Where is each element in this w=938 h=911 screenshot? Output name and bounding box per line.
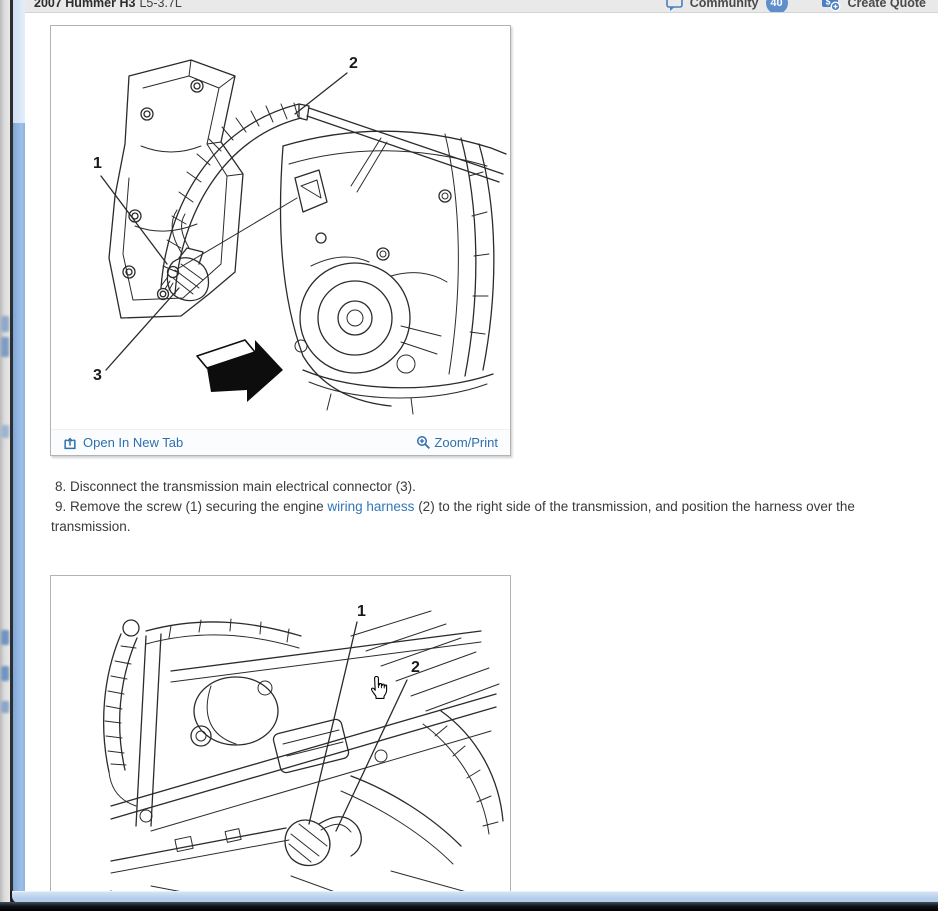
taskbar-edge [0,902,938,911]
community-button[interactable]: Community [690,0,759,10]
background-content-smudge [1,701,9,713]
instruction-steps: 8. Disconnect the transmission main elec… [51,477,896,537]
step-8: 8. Disconnect the transmission main elec… [51,477,896,497]
page-title: 2007 Hummer H3 L5-3.7L [34,0,182,10]
community-count-badge[interactable]: 40 [766,0,788,13]
wiring-harness-link[interactable]: wiring harness [327,499,414,514]
open-in-new-tab-link[interactable]: Open In New Tab [63,435,183,450]
callout-2: 2 [349,55,358,72]
zoom-print-link[interactable]: Zoom/Print [416,435,498,450]
page-header: 2007 Hummer H3 L5-3.7L Community 40 $ [25,0,938,13]
page-viewport: 2007 Hummer H3 L5-3.7L Community 40 $ [25,0,938,911]
background-content-smudge [1,666,9,681]
chat-bubble-icon [666,0,683,11]
background-content-smudge [1,316,9,332]
background-content-smudge [1,337,9,357]
window-border-light-segment [13,0,25,123]
svg-text:$: $ [825,0,830,6]
open-in-new-tab-label: Open In New Tab [83,435,183,450]
header-row: 2007 Hummer H3 L5-3.7L Community 40 $ [25,0,938,13]
step-9: 9. Remove the screw (1) securing the eng… [51,497,896,537]
transmission-diagram-2: 1 2 [51,576,510,905]
figure-transmission-connector: 2 1 3 [50,25,511,456]
background-content-smudge [1,630,9,645]
screenshot-root: 2007 Hummer H3 L5-3.7L Community 40 $ [0,0,938,911]
zoom-print-label: Zoom/Print [434,435,498,450]
create-quote-button[interactable]: $ Create Quote [821,0,927,12]
create-quote-icon: $ [821,0,841,12]
figure1-toolbar: Open In New Tab Zoom/Print [51,429,510,455]
background-content-smudge [1,425,9,438]
zoom-magnifier-icon [416,435,431,450]
header-actions: Community 40 $ Create Quote [666,0,926,13]
vehicle-title: 2007 Hummer H3 [34,0,135,10]
figure-harness-screw: 1 2 [50,575,511,906]
transmission-diagram-1: 2 1 3 [51,26,510,429]
create-quote-label: Create Quote [848,0,927,10]
window-border-blue-segment [13,123,25,893]
callout-1: 1 [93,155,102,172]
engine-label: L5-3.7L [139,0,181,10]
callout-1: 1 [357,603,366,620]
callout-3: 3 [93,367,102,384]
browser-window-left-border [13,0,25,893]
background-window-edge [0,0,10,902]
open-in-new-tab-icon [63,436,77,450]
